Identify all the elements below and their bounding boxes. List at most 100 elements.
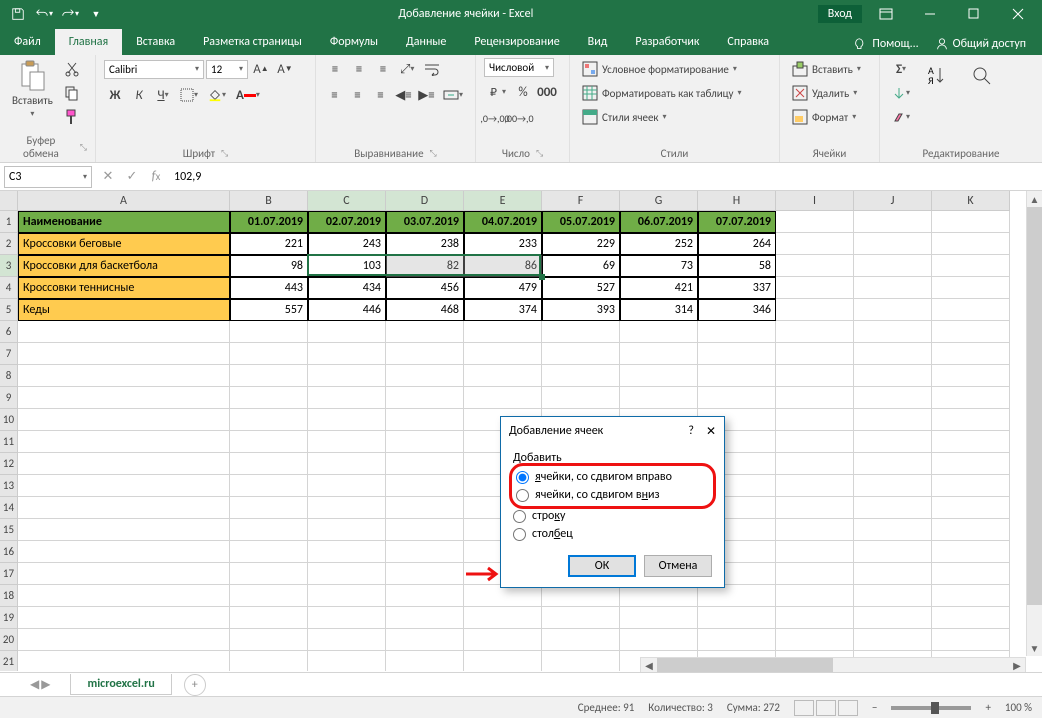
view-pagelayout-icon[interactable] — [816, 700, 836, 716]
cell[interactable] — [18, 563, 230, 585]
fx-icon[interactable]: fx — [144, 166, 168, 188]
cell[interactable] — [386, 475, 464, 497]
cell[interactable]: 01.07.2019 — [230, 211, 308, 233]
cell[interactable] — [698, 585, 776, 607]
align-middle-icon[interactable]: ≡ — [348, 58, 370, 80]
cell[interactable] — [230, 453, 308, 475]
cell[interactable] — [854, 321, 932, 343]
cell[interactable] — [464, 651, 542, 671]
save-icon[interactable] — [6, 3, 30, 25]
tab-view[interactable]: Вид — [574, 29, 622, 55]
cell[interactable] — [308, 431, 386, 453]
column-header[interactable]: G — [620, 191, 698, 211]
tab-insert[interactable]: Вставка — [122, 29, 189, 55]
cell[interactable] — [854, 629, 932, 651]
cell[interactable]: 434 — [308, 277, 386, 299]
cell[interactable] — [464, 607, 542, 629]
cell[interactable]: 346 — [698, 299, 776, 321]
cell[interactable] — [776, 255, 854, 277]
cell[interactable] — [308, 519, 386, 541]
close-icon[interactable] — [998, 0, 1038, 28]
cell[interactable] — [542, 629, 620, 651]
cell[interactable] — [542, 651, 620, 671]
cell[interactable] — [230, 409, 308, 431]
increase-decimal-icon[interactable]: ,0→,00 — [484, 107, 506, 129]
cell[interactable] — [308, 607, 386, 629]
radio-shift-right[interactable] — [516, 471, 529, 484]
cell[interactable]: 456 — [386, 277, 464, 299]
cell[interactable] — [308, 365, 386, 387]
horizontal-scrollbar[interactable]: ◀▶ — [640, 657, 1026, 673]
zoom-slider[interactable] — [891, 706, 971, 710]
fill-icon[interactable]: ▾ — [888, 82, 914, 104]
cell[interactable]: 393 — [542, 299, 620, 321]
cell[interactable] — [230, 541, 308, 563]
cell[interactable] — [308, 563, 386, 585]
cell[interactable] — [308, 343, 386, 365]
tab-data[interactable]: Данные — [392, 29, 460, 55]
view-pagebreak-icon[interactable] — [838, 700, 858, 716]
bold-icon[interactable]: Ж — [104, 84, 126, 106]
cell[interactable]: 374 — [464, 299, 542, 321]
cell[interactable]: 468 — [386, 299, 464, 321]
cell[interactable] — [932, 541, 1010, 563]
launcher-icon[interactable]: ⤡ — [221, 148, 228, 159]
cell[interactable] — [776, 343, 854, 365]
cell[interactable] — [620, 585, 698, 607]
cell[interactable] — [464, 321, 542, 343]
cell[interactable]: 238 — [386, 233, 464, 255]
cell[interactable] — [854, 497, 932, 519]
cell[interactable]: 73 — [620, 255, 698, 277]
cell[interactable] — [854, 255, 932, 277]
cell[interactable] — [230, 321, 308, 343]
launcher-icon[interactable]: ⤡ — [430, 148, 437, 159]
row-header[interactable]: 9 — [0, 387, 18, 409]
cell[interactable]: 98 — [230, 255, 308, 277]
cell[interactable] — [386, 343, 464, 365]
cell[interactable] — [776, 321, 854, 343]
column-header[interactable]: B — [230, 191, 308, 211]
cell[interactable] — [932, 343, 1010, 365]
align-top-icon[interactable]: ≡ — [324, 58, 346, 80]
cell[interactable] — [230, 475, 308, 497]
cell[interactable] — [542, 607, 620, 629]
autosum-icon[interactable]: Σ▾ — [888, 58, 914, 80]
cell[interactable] — [932, 629, 1010, 651]
column-header[interactable]: K — [932, 191, 1010, 211]
format-painter-icon[interactable] — [61, 106, 83, 128]
cell[interactable]: 264 — [698, 233, 776, 255]
cell[interactable] — [932, 233, 1010, 255]
cell[interactable] — [932, 277, 1010, 299]
cell[interactable]: 527 — [542, 277, 620, 299]
cell[interactable] — [18, 629, 230, 651]
column-header[interactable]: F — [542, 191, 620, 211]
underline-icon[interactable]: Ч▾ — [152, 84, 174, 106]
decrease-decimal-icon[interactable]: ,00→,0 — [508, 107, 530, 129]
font-name-combo[interactable]: Calibri▾ — [104, 60, 204, 79]
cell[interactable] — [230, 629, 308, 651]
cell[interactable]: 479 — [464, 277, 542, 299]
italic-icon[interactable]: К — [128, 84, 150, 106]
option-entire-column[interactable]: столбец — [513, 525, 712, 543]
font-size-combo[interactable]: 12▾ — [206, 60, 248, 79]
cell[interactable] — [932, 211, 1010, 233]
cell[interactable] — [620, 365, 698, 387]
fill-color-icon[interactable]: ▾ — [204, 84, 230, 106]
undo-icon[interactable]: ▾ — [32, 3, 56, 25]
cell[interactable] — [932, 607, 1010, 629]
radio-row[interactable] — [513, 510, 526, 523]
cell[interactable] — [542, 365, 620, 387]
paste-button[interactable]: Вставить▾ — [8, 58, 57, 121]
cell[interactable] — [542, 387, 620, 409]
column-header[interactable]: E — [464, 191, 542, 211]
cell[interactable] — [932, 409, 1010, 431]
cell[interactable] — [620, 321, 698, 343]
cell[interactable] — [230, 519, 308, 541]
cell[interactable] — [776, 497, 854, 519]
cell[interactable] — [932, 255, 1010, 277]
row-header[interactable]: 12 — [0, 453, 18, 475]
cell[interactable] — [854, 585, 932, 607]
cell[interactable] — [854, 343, 932, 365]
row-header[interactable]: 1 — [0, 211, 18, 233]
row-header[interactable]: 7 — [0, 343, 18, 365]
